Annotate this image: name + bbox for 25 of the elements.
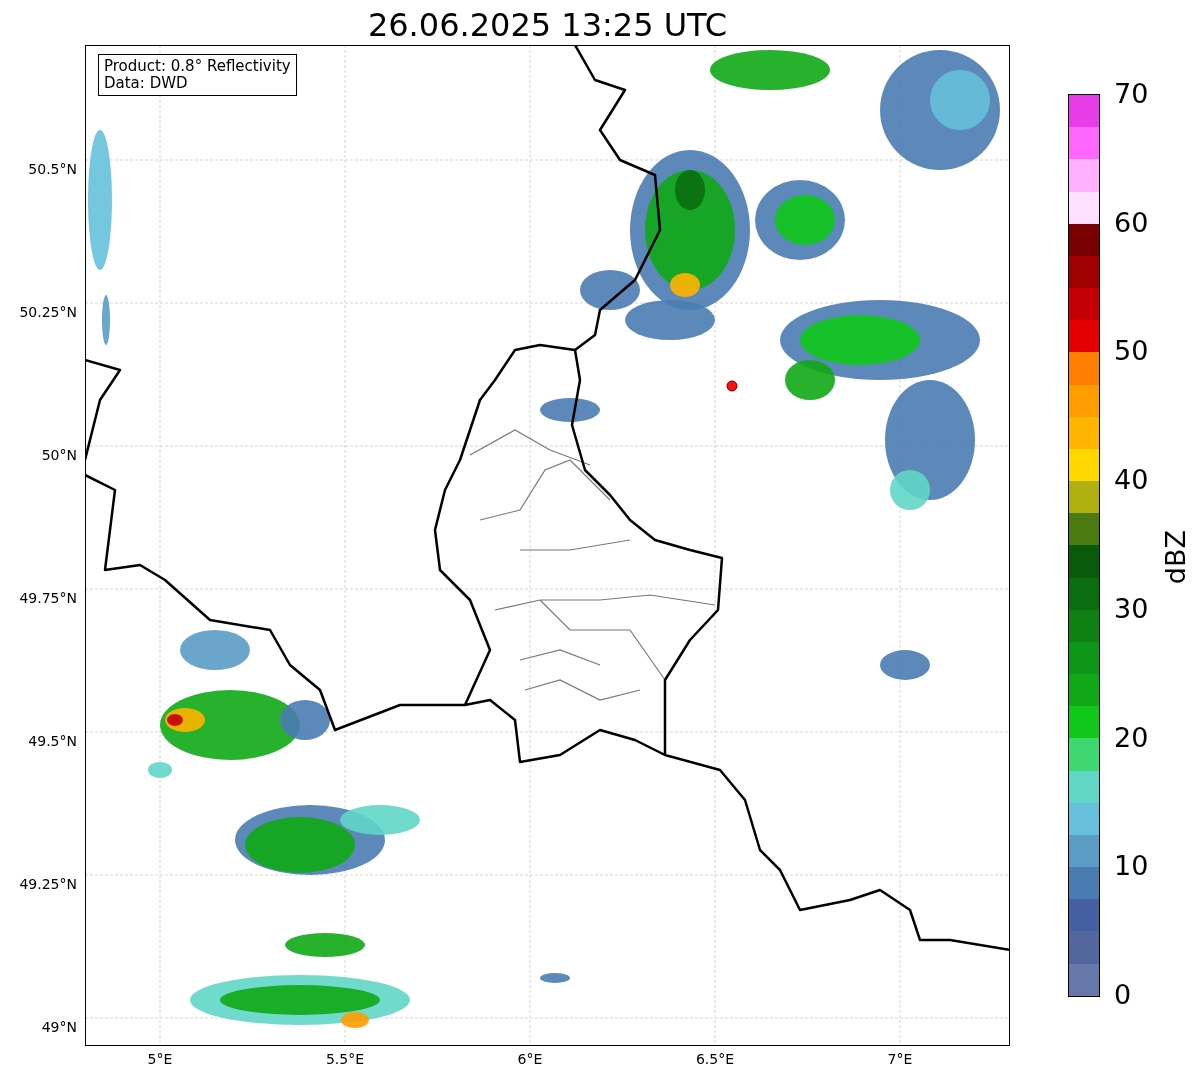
legend-text: Data: DWD bbox=[104, 75, 189, 92]
axis-tick-label: 5°E bbox=[147, 1051, 173, 1067]
axis-tick-label: 49.25°N bbox=[19, 875, 77, 893]
colorbar-tick-label: 20 bbox=[1113, 722, 1149, 753]
axis-tick-label: 50.5°N bbox=[28, 160, 77, 178]
colorbar-label: dBZ bbox=[1160, 530, 1192, 585]
colorbar-tick-label: 10 bbox=[1113, 851, 1149, 882]
colorbar-tick-label: 60 bbox=[1113, 207, 1149, 238]
axis-tick-label: 5.5°E bbox=[325, 1051, 365, 1067]
axis-tick-label: 50°N bbox=[41, 446, 77, 464]
colorbar-tick-label: 40 bbox=[1113, 465, 1149, 496]
location-marker bbox=[726, 380, 738, 392]
colorbar-tick-label: 30 bbox=[1113, 593, 1149, 624]
axis-tick-label: 50.25°N bbox=[19, 303, 77, 321]
axis-tick-label: 49.5°N bbox=[28, 732, 77, 750]
axis-tick-label: 6.5°E bbox=[695, 1051, 735, 1067]
colorbar-tick-label: 50 bbox=[1113, 336, 1149, 367]
legend-text: Product: 0.8° Reflectivity bbox=[104, 58, 291, 75]
axis-tick-label: 6°E bbox=[517, 1051, 543, 1067]
plot-title: 26.06.2025 13:25 UTC bbox=[366, 5, 729, 45]
colorbar-tick-label: 70 bbox=[1113, 79, 1149, 109]
axis-tick-label: 7°E bbox=[887, 1051, 913, 1067]
axis-tick-label: 49°N bbox=[41, 1018, 77, 1036]
colorbar-tick-label: 0 bbox=[1113, 980, 1132, 1010]
axis-tick-label: 49.75°N bbox=[19, 589, 77, 607]
